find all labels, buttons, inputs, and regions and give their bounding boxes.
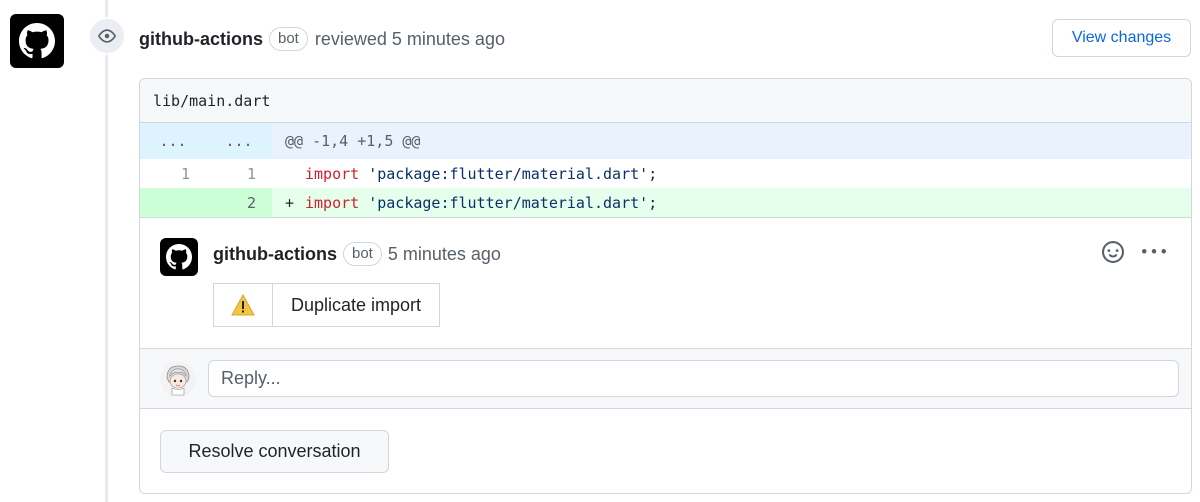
keyword-token: import [305,164,360,183]
comment-author-link[interactable]: github-actions [213,244,337,265]
string-token: 'package:flutter/material.dart' [368,164,649,183]
old-line-number[interactable]: 1 [140,159,206,188]
string-token: 'package:flutter/material.dart' [368,193,649,212]
diff-line-context: 1 1 import 'package:flutter/material.dar… [140,159,1191,188]
annotation-message: Duplicate import [291,294,422,315]
diff-line-added: 2 + import 'package:flutter/material.dart… [140,188,1191,217]
file-path-header: lib/main.dart [140,79,1191,123]
review-header: github-actions bot reviewed 5 minutes ag… [139,26,505,52]
warning-icon [214,284,273,326]
bot-badge: bot [269,27,308,51]
view-changes-button[interactable]: View changes [1052,19,1191,57]
reply-area [140,348,1191,409]
resolve-conversation-button[interactable]: Resolve conversation [160,430,389,473]
github-actions-avatar[interactable] [10,14,64,68]
hunk-expand-new[interactable]: ... [206,123,272,159]
punct-token: ; [648,164,658,183]
diff-line-code: + import 'package:flutter/material.dart'; [272,193,1191,212]
comment-author-avatar[interactable] [160,238,198,276]
smiley-icon[interactable] [1101,240,1125,264]
review-thread-card: lib/main.dart ... ... @@ -1,4 +1,5 @@ 1 … [139,78,1192,494]
annotation-box: Duplicate import [213,283,441,327]
comment-header: github-actions bot 5 minutes ago [213,242,501,266]
current-user-avatar[interactable] [160,361,196,397]
bot-badge: bot [343,242,382,266]
keyword-token: import [305,193,360,212]
github-mark-icon [19,23,55,59]
review-comment: github-actions bot 5 minutes ago Duplica… [140,217,1191,348]
review-author-link[interactable]: github-actions [139,29,263,50]
resolve-row: Resolve conversation [140,409,1191,493]
eye-icon [88,17,126,55]
new-line-number[interactable]: 1 [206,159,272,188]
review-action-text: reviewed 5 minutes ago [314,28,505,49]
hunk-expand-old[interactable]: ... [140,123,206,159]
new-line-number[interactable]: 2 [206,188,272,217]
comment-timestamp[interactable]: 5 minutes ago [388,244,501,265]
hunk-header-row: ... ... @@ -1,4 +1,5 @@ [140,123,1191,159]
kebab-horizontal-icon[interactable] [1140,240,1168,264]
reply-input[interactable] [208,360,1179,397]
diff-marker: + [285,193,295,212]
punct-token: ; [648,193,658,212]
github-mark-icon [166,244,192,270]
diff-line-code: import 'package:flutter/material.dart'; [272,165,1191,183]
old-line-number[interactable] [140,188,206,217]
hunk-header: @@ -1,4 +1,5 @@ [272,123,1191,159]
timeline-line [105,0,108,502]
file-path[interactable]: lib/main.dart [153,92,270,110]
